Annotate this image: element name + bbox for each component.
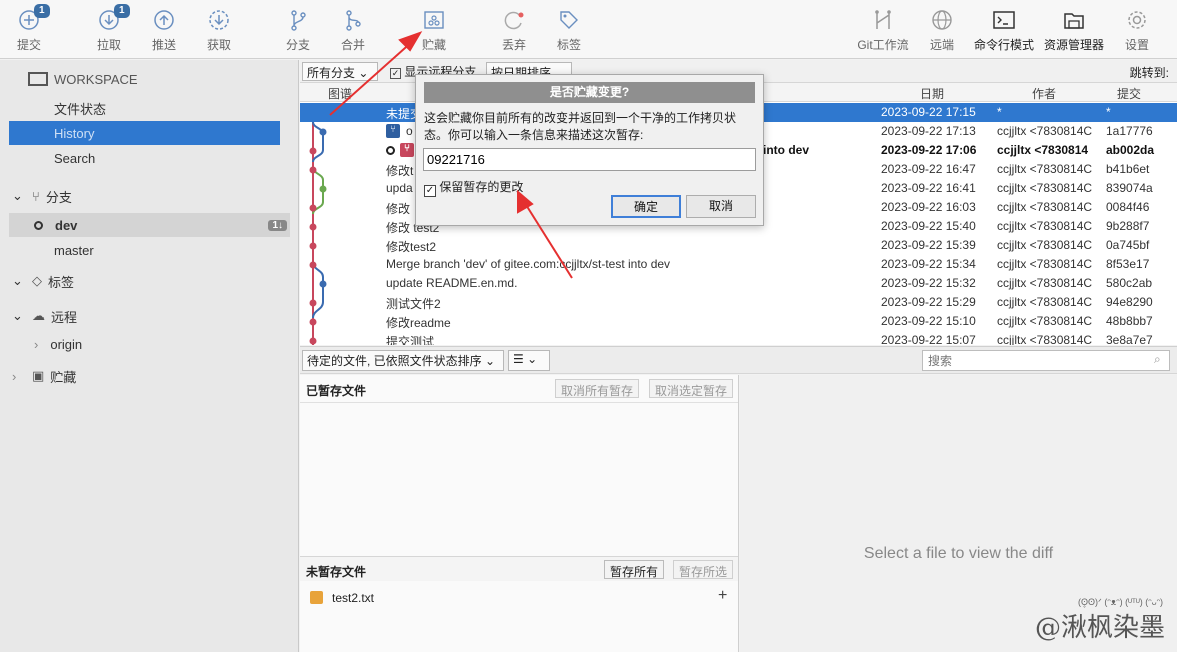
watermark: @湫枫染墨: [1034, 613, 1165, 643]
annotation-arrows: [329, 31, 573, 279]
